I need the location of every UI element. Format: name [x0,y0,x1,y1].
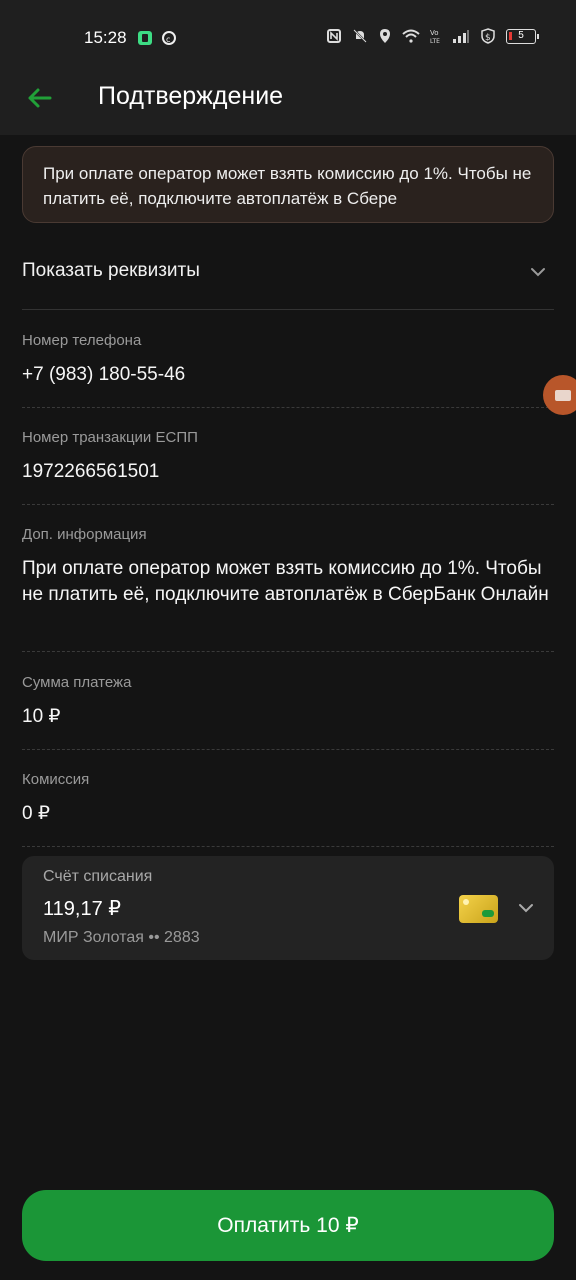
app-notification-icon [138,31,152,45]
status-left-icons: c [137,30,177,46]
account-selector[interactable]: Счёт списания 119,17 ₽ МИР Золотая •• 28… [22,856,554,960]
floating-video-button[interactable] [543,375,576,415]
status-right-icons: Vo LTE $ 5 [326,28,539,44]
phone-field: Номер телефона +7 (983) 180-55-46 [22,332,554,408]
amount-value: 10 ₽ [22,706,61,727]
cast-icon: c [162,31,176,45]
commission-value: 0 ₽ [22,803,50,824]
battery-level: 5 [518,29,524,41]
nfc-icon [327,29,341,43]
commission-label: Комиссия [22,771,90,788]
arrow-left-icon [28,88,52,108]
app-bar: Подтверждение [0,76,576,135]
account-card-name: МИР Золотая •• 2883 [43,929,200,946]
transaction-field: Номер транзакции ЕСПП 1972266561501 [22,429,554,505]
signal-icon [453,30,469,43]
phone-label: Номер телефона [22,332,142,349]
transaction-value: 1972266561501 [22,461,160,482]
show-details-label: Показать реквизиты [22,260,200,281]
commission-field: Комиссия 0 ₽ [22,771,554,847]
chevron-down-icon [519,904,533,913]
svg-text:$: $ [485,33,491,43]
extra-info-field: Доп. информация При оплате оператор може… [22,526,554,652]
amount-field: Сумма платежа 10 ₽ [22,674,554,750]
svg-text:LTE: LTE [430,38,440,44]
phone-value: +7 (983) 180-55-46 [22,364,186,385]
back-button[interactable] [24,82,56,114]
bank-card-icon [459,895,498,923]
chevron-down-icon [531,268,545,277]
svg-text:Vo: Vo [430,29,439,37]
extra-info-value: При оплате оператор может взять комиссию… [22,558,549,605]
mute-icon [353,29,367,43]
wifi-icon [402,29,420,43]
account-balance: 119,17 ₽ [43,898,121,920]
svg-text:c: c [166,35,170,44]
location-icon [380,29,390,43]
account-label: Счёт списания [43,868,153,885]
commission-notice: При оплате оператор может взять комиссию… [22,146,554,223]
page-title: Подтверждение [98,82,284,110]
status-time: 15:28 [84,28,127,47]
status-bar: 15:28 c Vo LTE $ 5 [0,0,576,76]
battery-icon: 5 [506,28,539,44]
pay-button[interactable]: Оплатить 10 ₽ [22,1190,554,1261]
transaction-label: Номер транзакции ЕСПП [22,429,198,446]
shield-dollar-icon: $ [481,28,495,44]
volte-icon: VoLTE [430,29,440,44]
amount-label: Сумма платежа [22,674,132,691]
show-details-toggle[interactable]: Показать реквизиты [22,250,554,310]
extra-info-label: Доп. информация [22,526,147,543]
